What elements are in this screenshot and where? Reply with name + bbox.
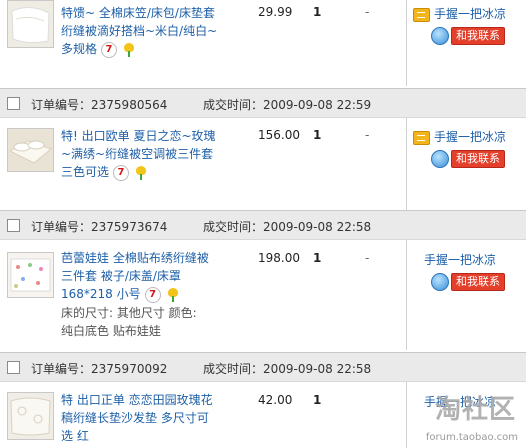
- price: 29.99: [258, 5, 293, 19]
- divider: [406, 118, 407, 210]
- title-line[interactable]: 特馈~ 全棉床笠/床包/床垫套: [61, 4, 223, 22]
- order-checkbox[interactable]: [7, 361, 20, 374]
- order-header: 订单编号：2375980564 成交时间：2009-09-08 22:59: [0, 88, 526, 118]
- seller-link[interactable]: 手握一把冰凉: [424, 253, 496, 267]
- product-thumbnail[interactable]: [7, 0, 54, 48]
- product-thumbnail[interactable]: [7, 392, 54, 440]
- divider: [406, 240, 407, 350]
- flower-icon: [123, 42, 135, 57]
- title-line[interactable]: 绗缝被滴好搭档~米白/纯白~: [61, 22, 223, 40]
- quantity: 1: [313, 128, 322, 142]
- order-checkbox[interactable]: [7, 219, 20, 232]
- seller-name[interactable]: 手握一把冰凉: [424, 251, 496, 268]
- order-item: 特馈~ 全棉床笠/床包/床垫套 绗缝被滴好搭档~米白/纯白~ 多规格 7 29.9…: [0, 0, 526, 86]
- order-row: 芭蕾娃娃 全棉贴布绣绗缝被 三件套 被子/床盖/床罩 168*218 小号 7 床…: [0, 240, 526, 350]
- product-image: [8, 393, 53, 439]
- seller-link[interactable]: 手握一把冰凉: [434, 130, 506, 144]
- order-time: 成交时间：2009-09-08 22:59: [203, 98, 372, 112]
- product-attributes: 床的尺寸: 其他尺寸 颜色: 纯白底色 贴布娃娃: [61, 304, 231, 340]
- status-placeholder: -: [365, 128, 370, 142]
- order-header: 订单编号：2375970092 成交时间：2009-09-08 22:58: [0, 352, 526, 382]
- contact-label[interactable]: 和我联系: [451, 273, 505, 291]
- order-number: 订单编号：2375973674: [31, 220, 168, 234]
- quantity: 1: [313, 393, 322, 407]
- title-line[interactable]: ~满绣~绗缝被空调被三件套: [61, 145, 223, 163]
- seven-day-return-icon: 7: [101, 41, 118, 58]
- order-item: 订单编号：2375980564 成交时间：2009-09-08 22:59 特!…: [0, 88, 526, 210]
- divider: [406, 382, 407, 448]
- order-row: 特! 出口欧单 夏日之恋~玫瑰 ~满绣~绗缝被空调被三件套 三色可选 7 156.…: [0, 118, 526, 210]
- watermark-logo: 淘社区: [434, 395, 516, 425]
- order-item: 订单编号：2375973674 成交时间：2009-09-08 22:58 芭蕾…: [0, 210, 526, 350]
- title-line[interactable]: 选 红: [61, 427, 223, 445]
- order-number: 订单编号：2375970092: [31, 362, 168, 376]
- wangwang-icon: [431, 27, 449, 45]
- attribute-line: 纯白底色 贴布娃娃: [61, 324, 161, 338]
- product-title[interactable]: 特馈~ 全棉床笠/床包/床垫套 绗缝被滴好搭档~米白/纯白~ 多规格 7: [61, 4, 223, 58]
- message-flag-icon[interactable]: [413, 7, 430, 22]
- seller-name[interactable]: 手握一把冰凉: [413, 5, 506, 22]
- order-time: 成交时间：2009-09-08 22:58: [203, 362, 372, 376]
- watermark-url: forum.taobao.com: [425, 432, 518, 443]
- title-line[interactable]: 168*218 小号: [61, 287, 141, 301]
- title-line[interactable]: 三件套 被子/床盖/床罩: [61, 267, 223, 285]
- quantity: 1: [313, 251, 322, 265]
- order-time: 成交时间：2009-09-08 22:58: [203, 220, 372, 234]
- product-image: [8, 253, 53, 297]
- order-checkbox[interactable]: [7, 97, 20, 110]
- product-image: [8, 129, 53, 171]
- contact-seller-button[interactable]: 和我联系: [431, 150, 505, 168]
- product-thumbnail[interactable]: [7, 128, 54, 172]
- contact-seller-button[interactable]: 和我联系: [431, 273, 505, 291]
- title-line[interactable]: 三色可选: [61, 165, 109, 179]
- wangwang-icon: [431, 150, 449, 168]
- contact-label[interactable]: 和我联系: [451, 27, 505, 45]
- taobao-forum-watermark: 淘社区 forum.taobao.com: [424, 389, 522, 445]
- status-placeholder: -: [365, 251, 370, 265]
- product-title[interactable]: 芭蕾娃娃 全棉贴布绣绗缝被 三件套 被子/床盖/床罩 168*218 小号 7: [61, 249, 223, 303]
- title-line[interactable]: 稿绗缝长垫沙发垫 多尺寸可: [61, 409, 223, 427]
- seller-link[interactable]: 手握一把冰凉: [434, 7, 506, 21]
- flower-icon: [135, 165, 147, 180]
- order-number: 订单编号：2375980564: [31, 98, 168, 112]
- price: 198.00: [258, 251, 300, 265]
- message-flag-icon[interactable]: [413, 130, 430, 145]
- title-line[interactable]: 特 出口正单 恋恋田园玫瑰花: [61, 391, 223, 409]
- status-placeholder: -: [365, 5, 370, 19]
- seven-day-return-icon: 7: [113, 164, 130, 181]
- product-thumbnail[interactable]: [7, 252, 54, 298]
- product-title[interactable]: 特 出口正单 恋恋田园玫瑰花 稿绗缝长垫沙发垫 多尺寸可 选 红: [61, 391, 223, 445]
- order-row: 特馈~ 全棉床笠/床包/床垫套 绗缝被滴好搭档~米白/纯白~ 多规格 7 29.9…: [0, 0, 526, 86]
- product-title[interactable]: 特! 出口欧单 夏日之恋~玫瑰 ~满绣~绗缝被空调被三件套 三色可选 7: [61, 127, 223, 181]
- attribute-line: 床的尺寸: 其他尺寸 颜色:: [61, 306, 197, 320]
- seller-name[interactable]: 手握一把冰凉: [413, 128, 506, 145]
- flower-icon: [167, 287, 179, 302]
- contact-seller-button[interactable]: 和我联系: [431, 27, 505, 45]
- title-line[interactable]: 特! 出口欧单 夏日之恋~玫瑰: [61, 127, 223, 145]
- contact-label[interactable]: 和我联系: [451, 150, 505, 168]
- title-line[interactable]: 芭蕾娃娃 全棉贴布绣绗缝被: [61, 249, 223, 267]
- seven-day-return-icon: 7: [144, 286, 161, 303]
- product-image: [8, 1, 53, 47]
- price: 156.00: [258, 128, 300, 142]
- order-header: 订单编号：2375973674 成交时间：2009-09-08 22:58: [0, 210, 526, 240]
- divider: [406, 0, 407, 86]
- price: 42.00: [258, 393, 293, 407]
- quantity: 1: [313, 5, 322, 19]
- title-line[interactable]: 多规格: [61, 42, 97, 56]
- wangwang-icon: [431, 273, 449, 291]
